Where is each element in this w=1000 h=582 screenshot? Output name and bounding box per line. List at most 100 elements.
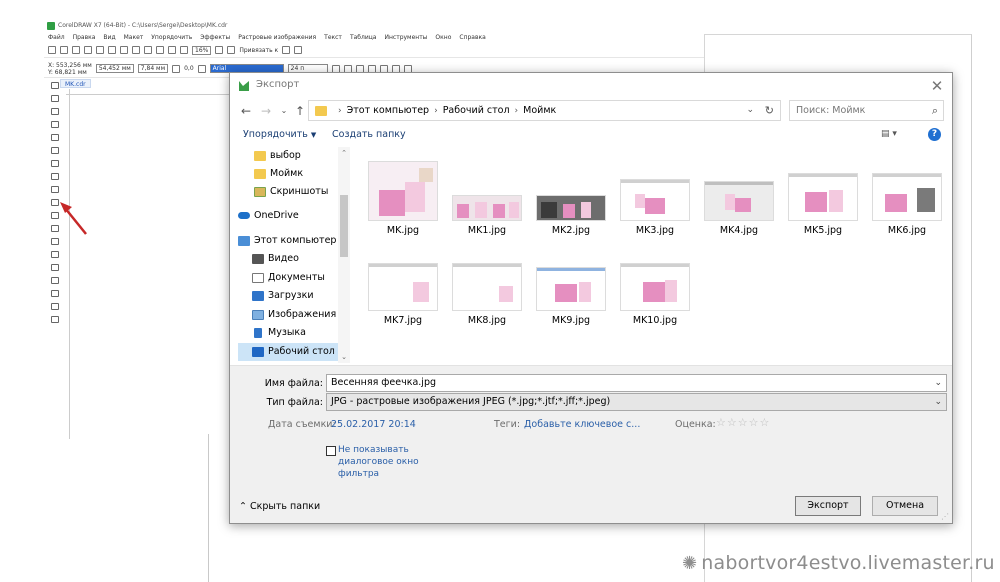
artistic-media-tool-icon[interactable] (51, 147, 59, 154)
nav-item-downloads[interactable]: Загрузки (238, 287, 342, 305)
menu-text[interactable]: Текст (324, 32, 342, 43)
filter-checkbox-label[interactable]: Не показывать диалоговое окно фильтра (338, 444, 428, 480)
nav-item-music[interactable]: Музыка (238, 324, 342, 342)
file-item[interactable]: MK5.jpg (786, 161, 860, 245)
x-coordinate[interactable]: X: 553,256 мм (48, 62, 92, 69)
organize-button[interactable]: Упорядочить ▼ (243, 129, 316, 140)
star-icon[interactable]: ☆ (760, 416, 771, 429)
forward-arrow-icon[interactable]: → (258, 103, 274, 119)
undo-icon[interactable] (132, 46, 140, 54)
help-icon[interactable]: ? (928, 128, 941, 141)
open-icon[interactable] (60, 46, 68, 54)
new-folder-button[interactable]: Создать папку (332, 129, 406, 140)
file-item[interactable]: MK3.jpg (618, 161, 692, 245)
rating-stars[interactable]: ☆☆☆☆☆ (716, 416, 770, 429)
recent-locations-chevron-icon[interactable]: ⌄ (276, 103, 292, 119)
filter-checkbox[interactable] (326, 446, 336, 456)
tags-value[interactable]: Добавьте ключевое с... (524, 419, 640, 430)
filename-input[interactable]: Весенняя феечка.jpg ⌄ (326, 374, 947, 392)
outline-tool-icon[interactable] (51, 303, 59, 310)
print-icon[interactable] (84, 46, 92, 54)
export-button[interactable]: Экспорт (795, 496, 861, 516)
nav-item-onedrive[interactable]: OneDrive (238, 207, 342, 225)
star-icon[interactable]: ☆ (749, 416, 760, 429)
menu-tools[interactable]: Инструменты (384, 32, 427, 43)
zoom-tool-icon[interactable] (51, 121, 59, 128)
mirror-icon[interactable] (197, 64, 206, 73)
scroll-up-icon[interactable]: ⌃ (338, 149, 350, 157)
nav-item-desktop[interactable]: Рабочий стол (238, 343, 338, 361)
menu-table[interactable]: Таблица (350, 32, 377, 43)
chevron-down-icon[interactable]: ⌄ (934, 394, 942, 410)
cancel-button[interactable]: Отмена (872, 496, 938, 516)
chevron-down-icon[interactable]: ⌄ (934, 375, 942, 391)
paste-icon[interactable] (120, 46, 128, 54)
polygon-tool-icon[interactable] (51, 186, 59, 193)
rotation-angle[interactable]: 0,0 (184, 65, 194, 72)
file-item[interactable]: MK1.jpg (450, 161, 524, 245)
transparency-tool-icon[interactable] (51, 251, 59, 258)
search-icon[interactable]: ⌕ (932, 101, 938, 120)
rectangle-tool-icon[interactable] (51, 160, 59, 167)
menu-view[interactable]: Вид (103, 32, 115, 43)
star-icon[interactable]: ☆ (727, 416, 738, 429)
options-icon[interactable] (282, 46, 291, 54)
shape-tool-icon[interactable] (51, 95, 59, 102)
breadcrumb-desktop[interactable]: Рабочий стол (443, 105, 510, 116)
redo-icon[interactable] (144, 46, 152, 54)
object-height[interactable]: 7,84 мм (137, 64, 169, 73)
pick-tool-icon[interactable] (51, 82, 59, 89)
file-item[interactable]: MK6.jpg (870, 161, 944, 245)
document-tab[interactable]: MK.cdr (60, 79, 91, 88)
menu-help[interactable]: Справка (459, 32, 485, 43)
navigation-scrollbar[interactable]: ⌃ ⌄ (338, 147, 350, 363)
file-item[interactable]: MK2.jpg (534, 161, 608, 245)
chevron-down-icon[interactable]: ⌄ (746, 105, 754, 115)
file-item[interactable]: MK8.jpg (450, 251, 524, 335)
nav-item-video[interactable]: Видео (238, 250, 342, 268)
file-item[interactable]: MK10.jpg (618, 251, 692, 335)
resize-grip-icon[interactable]: ⋰ (941, 512, 949, 521)
view-options-icon[interactable]: ▤ ▾ (881, 129, 901, 141)
up-arrow-icon[interactable]: ↑ (292, 103, 308, 119)
rulers-icon[interactable] (227, 46, 236, 54)
nav-item-this-pc[interactable]: Этот компьютер (238, 232, 342, 250)
eyedropper-tool-icon[interactable] (51, 264, 59, 271)
ellipse-tool-icon[interactable] (51, 173, 59, 180)
nav-item-pictures[interactable]: Изображения (238, 306, 342, 324)
menu-bitmaps[interactable]: Растровые изображения (238, 32, 316, 43)
fullscreen-icon[interactable] (215, 46, 224, 54)
breadcrumb-this-pc[interactable]: Этот компьютер (347, 105, 429, 116)
back-arrow-icon[interactable]: ← (238, 103, 254, 119)
breadcrumb-current[interactable]: Моймк (523, 105, 556, 116)
scroll-down-icon[interactable]: ⌄ (338, 353, 350, 361)
menu-arrange[interactable]: Упорядочить (151, 32, 192, 43)
collapse-folders-button[interactable]: ⌃ Скрыть папки (239, 501, 320, 512)
file-item[interactable]: MK7.jpg (366, 251, 440, 335)
file-item[interactable]: MK9.jpg (534, 251, 608, 335)
file-item[interactable]: MK.jpg (366, 161, 440, 245)
nav-item-moymk[interactable]: Моймк (238, 165, 342, 183)
star-icon[interactable]: ☆ (716, 416, 727, 429)
date-value[interactable]: 25.02.2017 20:14 (331, 419, 416, 430)
filetype-select[interactable]: JPG - растровые изображения JPEG (*.jpg;… (326, 393, 947, 411)
export-icon[interactable] (168, 46, 176, 54)
publish-pdf-icon[interactable] (180, 46, 188, 54)
menu-edit[interactable]: Правка (73, 32, 96, 43)
nav-item-screenshots[interactable]: Скриншоты (238, 183, 342, 201)
menu-file[interactable]: Файл (48, 32, 65, 43)
cut-icon[interactable] (96, 46, 104, 54)
close-icon[interactable]: ✕ (928, 77, 946, 95)
lock-ratio-icon[interactable] (172, 64, 181, 73)
menu-layout[interactable]: Макет (124, 32, 144, 43)
address-bar[interactable]: › Этот компьютер › Рабочий стол › Моймк … (308, 100, 781, 121)
drop-shadow-tool-icon[interactable] (51, 238, 59, 245)
menu-effects[interactable]: Эффекты (200, 32, 230, 43)
file-item[interactable]: MK4.jpg (702, 161, 776, 245)
launch-icon[interactable] (294, 46, 303, 54)
scrollbar-thumb[interactable] (340, 195, 348, 257)
new-icon[interactable] (48, 46, 56, 54)
interactive-fill-tool-icon[interactable] (51, 277, 59, 284)
zoom-select[interactable]: 16% (192, 45, 212, 55)
search-input[interactable]: Поиск: Моймк ⌕ (789, 100, 944, 121)
